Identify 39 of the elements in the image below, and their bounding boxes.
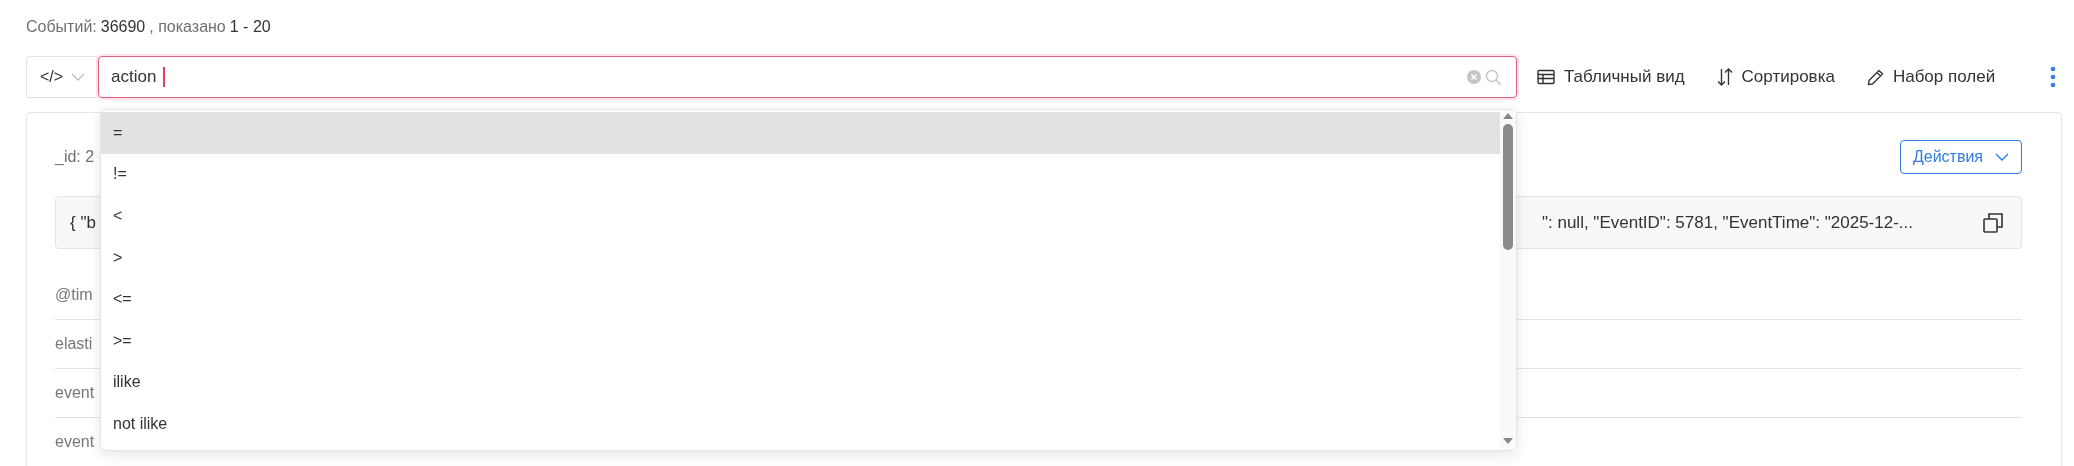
table-icon xyxy=(1537,69,1555,85)
chevron-down-icon xyxy=(1995,153,2009,161)
shown-range: 1 - 20 xyxy=(229,18,271,37)
suggestion-item[interactable]: ilike xyxy=(101,361,1500,404)
suggestion-item[interactable]: >= xyxy=(101,319,1500,362)
copy-icon[interactable] xyxy=(1983,212,2003,233)
events-label: Событий: xyxy=(26,18,97,37)
sort-icon xyxy=(1716,68,1733,86)
shown-label: , показано xyxy=(149,18,226,37)
field-name: event xyxy=(55,433,95,451)
suggestion-item[interactable]: = xyxy=(101,112,1500,154)
table-view-button[interactable]: Табличный вид xyxy=(1529,61,1693,93)
fields-button[interactable]: Набор полей xyxy=(1858,61,2004,93)
scroll-down-icon[interactable] xyxy=(1503,438,1513,444)
record-id: _id: 2 xyxy=(55,148,95,166)
pencil-icon xyxy=(1866,68,1884,86)
scrollbar-thumb[interactable] xyxy=(1503,124,1513,250)
field-name: event xyxy=(55,384,95,402)
field-name: @tim xyxy=(55,286,93,304)
search-icon[interactable] xyxy=(1485,68,1502,86)
text-cursor xyxy=(163,67,165,87)
more-icon[interactable] xyxy=(2050,66,2056,88)
json-text: ": null, "EventID": 5781, "EventTime": "2025-12-... xyxy=(1541,212,1913,233)
query-mode-select[interactable]: </> xyxy=(26,56,98,98)
suggestion-item[interactable]: not ilike xyxy=(101,403,1500,445)
events-count: 36690 xyxy=(100,18,146,37)
suggestion-item[interactable]: <= xyxy=(101,278,1500,320)
field-name: elasti xyxy=(55,335,93,353)
json-text: { "b xyxy=(70,212,96,233)
scroll-up-icon[interactable] xyxy=(1503,113,1513,119)
search-field[interactable]: action xyxy=(98,56,1517,98)
suggestion-item[interactable]: < xyxy=(101,195,1500,237)
suggestion-item[interactable]: > xyxy=(101,236,1500,279)
sort-button[interactable]: Сортировка xyxy=(1708,61,1843,93)
chevron-down-icon xyxy=(71,73,86,81)
clear-icon[interactable] xyxy=(1467,70,1481,84)
suggestion-item[interactable]: != xyxy=(101,153,1500,196)
scrollbar[interactable] xyxy=(1500,110,1516,450)
actions-button[interactable]: Действия xyxy=(1899,140,2022,174)
